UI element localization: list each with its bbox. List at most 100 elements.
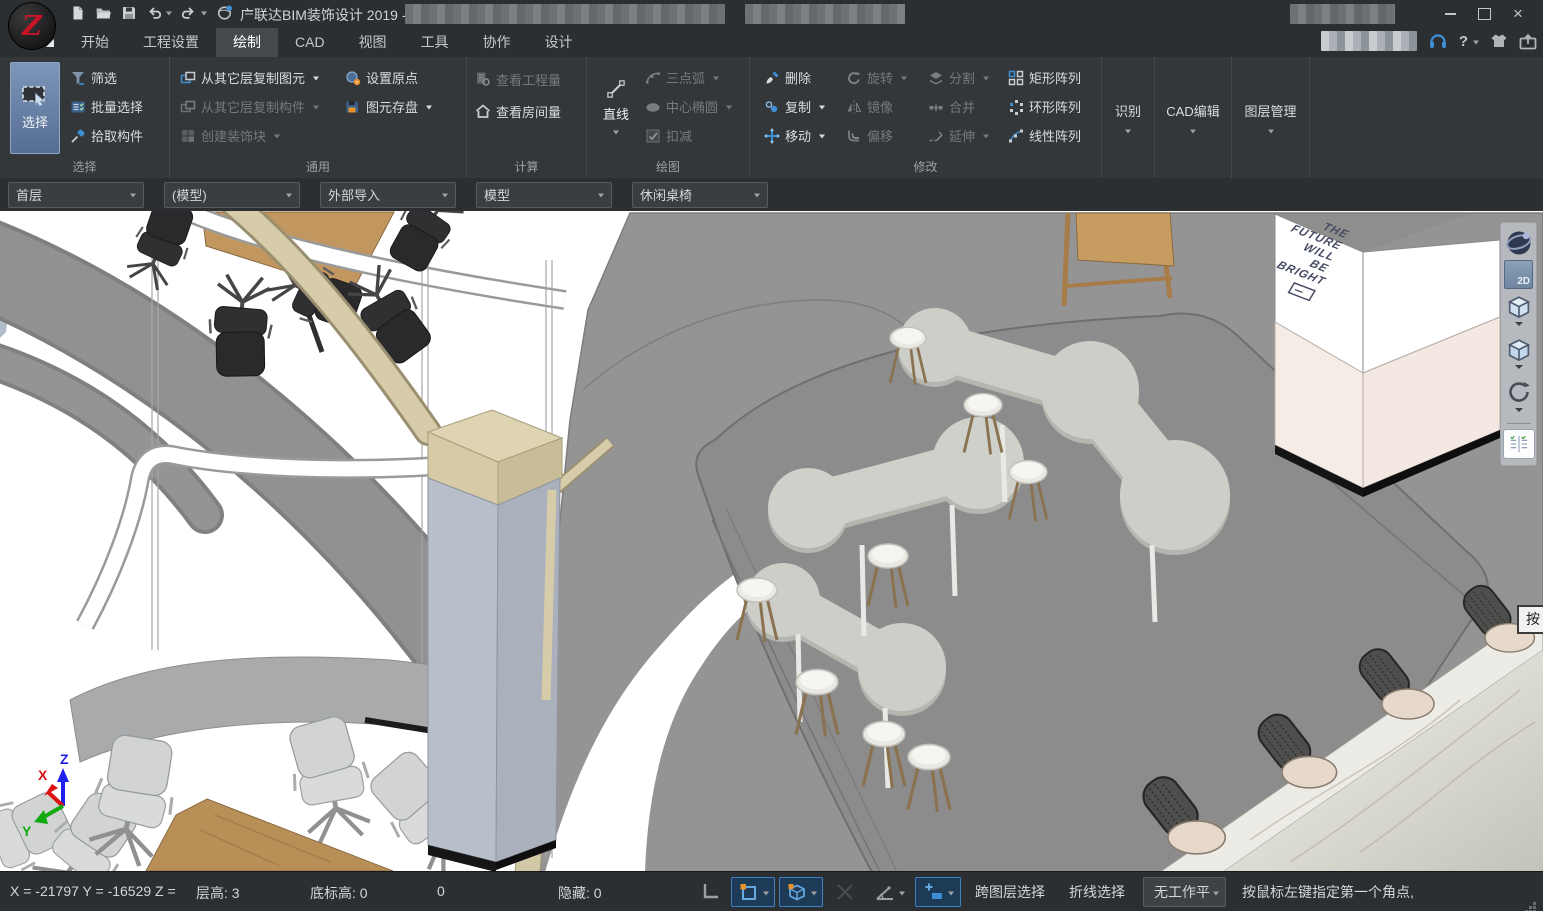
tab-design[interactable]: 设计 xyxy=(528,28,590,57)
move-button[interactable]: 移动 xyxy=(764,121,825,150)
rotate-view-button[interactable] xyxy=(1504,377,1534,407)
layer-manage-button[interactable]: 图层管理 xyxy=(1232,57,1309,178)
undo-icon[interactable] xyxy=(146,5,172,21)
split-icon xyxy=(928,70,944,86)
offset-button[interactable]: 偏移 xyxy=(846,121,907,150)
line-tool-button[interactable]: 直线 xyxy=(595,62,637,152)
view-2d-button[interactable]: 2D xyxy=(1504,260,1533,289)
model-state-selector[interactable]: (模型) xyxy=(164,182,300,208)
tab-draw[interactable]: 绘制 xyxy=(216,28,278,57)
redo-dropdown-caret[interactable] xyxy=(201,12,207,19)
orbit-tool-button[interactable] xyxy=(1504,228,1534,258)
tab-project-settings[interactable]: 工程设置 xyxy=(126,28,216,57)
polyline-select-button[interactable]: 折线选择 xyxy=(1059,877,1135,907)
cad-edit-button[interactable]: CAD编辑 xyxy=(1155,57,1231,178)
rect-array-button[interactable]: 矩形阵列 xyxy=(1008,63,1081,92)
set-origin-button[interactable]: 设置原点 xyxy=(345,63,432,92)
batch-select-button[interactable]: 批量选择 xyxy=(70,92,143,121)
tab-view[interactable]: 视图 xyxy=(342,28,404,57)
3d-snap-button[interactable] xyxy=(779,877,823,907)
three-point-arc-button[interactable]: 三点弧 xyxy=(645,63,732,92)
deduction-label: 扣减 xyxy=(666,126,692,145)
component-type-selector[interactable]: 休闲桌椅 xyxy=(632,182,768,208)
select-button[interactable]: 选择 xyxy=(10,62,60,154)
three-point-arc-label: 三点弧 xyxy=(666,68,705,87)
copy-elements-from-layer-button[interactable]: 从其它层复制图元 xyxy=(180,63,319,92)
viewport-3d-scene[interactable]: THE FUTURE WILL BE BRIGHT xyxy=(0,211,1543,871)
move-label: 移动 xyxy=(785,126,811,145)
checkbox-icon xyxy=(645,128,661,144)
sync-globe-icon[interactable] xyxy=(216,4,234,21)
recognize-button[interactable]: 识别 xyxy=(1102,57,1154,178)
extend-button[interactable]: 延伸 xyxy=(928,121,989,150)
linear-array-button[interactable]: 线性阵列 xyxy=(1008,121,1081,150)
view-cube-button[interactable] xyxy=(1504,291,1534,321)
app-logo[interactable]: Z xyxy=(8,2,56,50)
cross-layer-select-button[interactable]: 跨图层选择 xyxy=(965,877,1055,907)
ring-array-button[interactable]: 环形阵列 xyxy=(1008,92,1081,121)
headset-support-icon[interactable] xyxy=(1428,32,1448,50)
storey-selector[interactable]: 首层 xyxy=(8,182,144,208)
new-file-icon[interactable] xyxy=(70,5,86,21)
group-label-modify: 修改 xyxy=(750,158,1101,175)
bottom-elevation-readout: 底标高: 0 xyxy=(310,883,368,903)
copy-components-from-layer-button[interactable]: 从其它层复制构件 xyxy=(180,92,319,121)
pick-component-button[interactable]: 拾取构件 xyxy=(70,121,143,150)
delete-label: 删除 xyxy=(785,68,811,87)
ortho-snap-button[interactable] xyxy=(731,877,775,907)
axis-mode-button[interactable] xyxy=(693,877,727,907)
view-toolbar: 2D xyxy=(1500,222,1537,466)
deduction-checkbox[interactable]: 扣减 xyxy=(645,121,732,150)
tab-tools[interactable]: 工具 xyxy=(404,28,466,57)
view-quantities-button[interactable]: 查看工程量 xyxy=(475,63,561,95)
mirror-button[interactable]: 镜像 xyxy=(846,92,907,121)
save-element-button[interactable]: 图元存盘 xyxy=(345,92,432,121)
angle-icon xyxy=(874,881,896,903)
merge-button[interactable]: 合并 xyxy=(928,92,989,121)
dropdown-caret xyxy=(899,891,905,898)
filter-button[interactable]: 筛选 xyxy=(70,63,143,92)
quick-access-toolbar xyxy=(70,4,255,21)
tab-cad[interactable]: CAD xyxy=(278,28,342,57)
view-cube-2-button[interactable] xyxy=(1504,334,1534,364)
offset-icon xyxy=(846,128,862,144)
coordinate-input-button[interactable] xyxy=(915,877,961,907)
move-arrows-icon xyxy=(764,128,780,144)
view-cube-2-dropdown-caret[interactable] xyxy=(1515,365,1523,373)
copy-button[interactable]: 复制 xyxy=(764,92,825,121)
dropdown-caret xyxy=(1268,130,1274,137)
view-cube-dropdown-caret[interactable] xyxy=(1515,322,1523,330)
ribbon-group-cad-edit: CAD编辑 xyxy=(1155,57,1232,178)
tab-collaboration[interactable]: 协作 xyxy=(466,28,528,57)
group-label-select: 选择 xyxy=(0,158,169,175)
coordinate-readout: X = -21797 Y = -16529 Z = xyxy=(10,883,176,899)
resize-grip[interactable] xyxy=(1533,902,1536,905)
maximize-button[interactable] xyxy=(1467,2,1501,25)
rotate-button[interactable]: 旋转 xyxy=(846,63,907,92)
create-decor-block-button[interactable]: 创建装饰块 xyxy=(180,121,319,150)
save-icon[interactable] xyxy=(121,5,137,21)
rect-array-icon xyxy=(1008,70,1024,86)
workplane-selector[interactable]: 无工作平 xyxy=(1143,877,1226,907)
help-button[interactable]: ? xyxy=(1459,33,1479,50)
import-source-selector[interactable]: 外部导入 xyxy=(320,182,456,208)
undo-dropdown-caret[interactable] xyxy=(166,12,172,19)
rotate-view-dropdown-caret[interactable] xyxy=(1515,408,1523,416)
cross-snap-button[interactable] xyxy=(827,877,863,907)
tab-start[interactable]: 开始 xyxy=(64,28,126,57)
redo-icon[interactable] xyxy=(181,5,207,21)
component-list-button[interactable] xyxy=(1503,429,1535,459)
view-room-quantity-button[interactable]: 查看房间量 xyxy=(475,95,561,127)
delete-button[interactable]: 删除 xyxy=(764,63,825,92)
close-button[interactable]: × xyxy=(1501,2,1535,25)
redacted-title-right xyxy=(1290,4,1395,24)
prompt-tooltip-text: 按 xyxy=(1526,611,1540,627)
upload-launch-icon[interactable] xyxy=(1519,33,1537,50)
model-type-selector[interactable]: 模型 xyxy=(476,182,612,208)
theme-shirt-icon[interactable] xyxy=(1490,33,1508,49)
angle-snap-button[interactable] xyxy=(867,877,911,907)
center-ellipse-button[interactable]: 中心椭圆 xyxy=(645,92,732,121)
minimize-button[interactable] xyxy=(1433,2,1467,25)
split-button[interactable]: 分割 xyxy=(928,63,989,92)
open-file-icon[interactable] xyxy=(95,5,112,21)
